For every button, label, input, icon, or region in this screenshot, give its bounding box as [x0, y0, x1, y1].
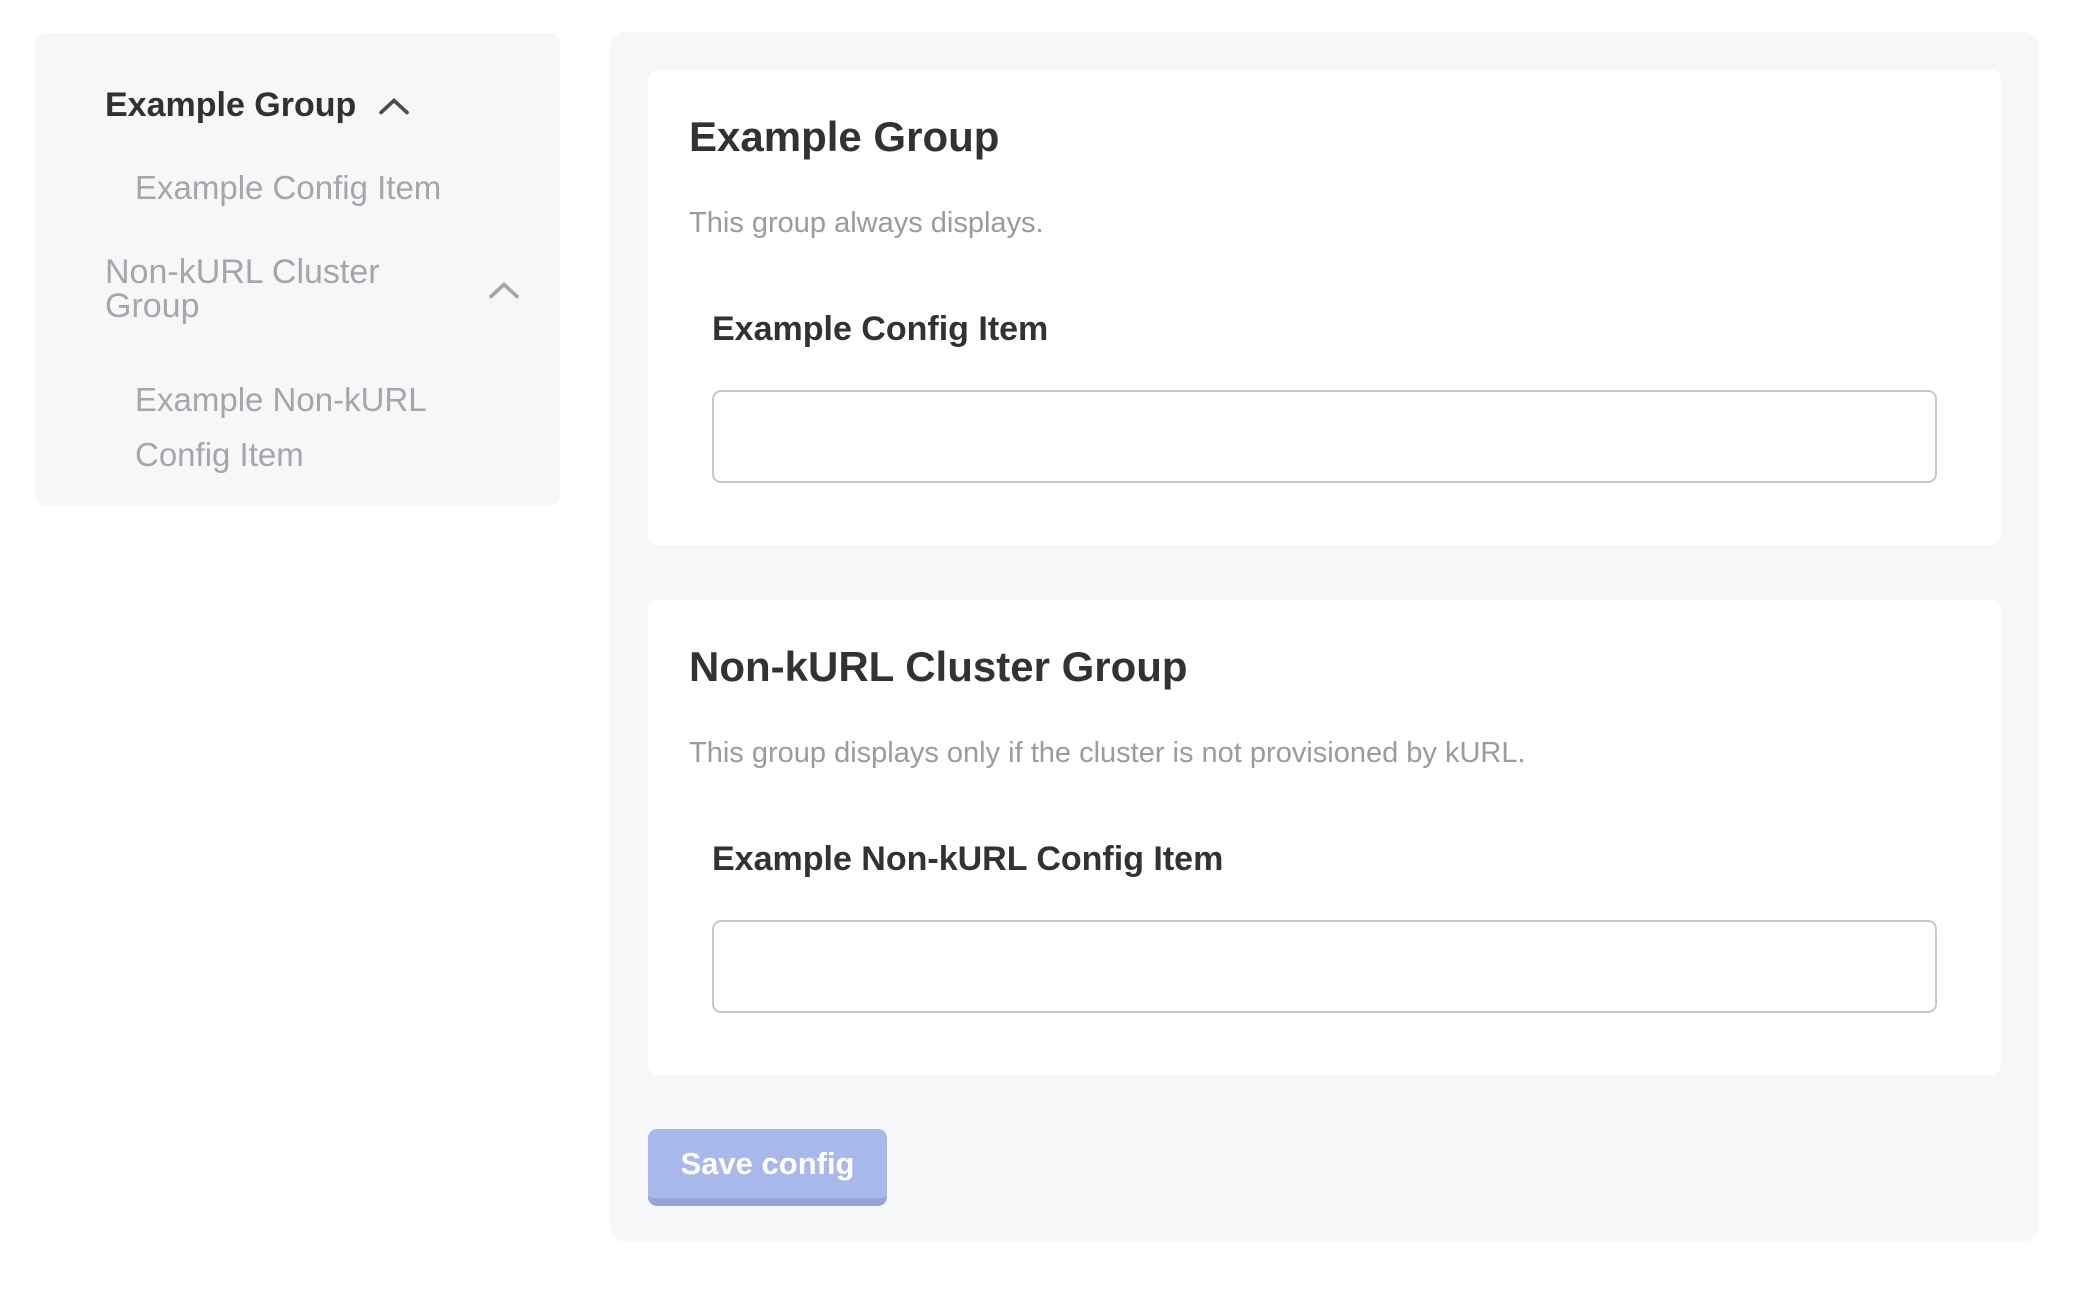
example-config-item-input[interactable] — [712, 390, 1937, 483]
group-description: This group always displays. — [689, 206, 1960, 240]
config-sidebar: Example Group Example Config Item Non-kU… — [35, 33, 560, 506]
sidebar-group-label: Example Group — [105, 88, 356, 122]
config-item-label: Example Non-kURL Config Item — [712, 842, 1937, 876]
group-description: This group displays only if the cluster … — [689, 736, 1960, 770]
config-item-label: Example Config Item — [712, 312, 1937, 346]
group-title: Example Group — [689, 112, 1960, 162]
sidebar-group-label: Non-kURL Cluster Group — [105, 255, 466, 323]
config-group-card-example-group: Example Group This group always displays… — [648, 70, 2001, 545]
chevron-up-icon — [488, 282, 520, 299]
config-main-panel: Example Group This group always displays… — [610, 32, 2039, 1242]
group-title: Non-kURL Cluster Group — [689, 642, 1960, 692]
config-group-card-non-kurl-cluster-group: Non-kURL Cluster Group This group displa… — [648, 600, 2001, 1075]
chevron-up-icon — [378, 98, 410, 115]
example-non-kurl-config-item-input[interactable] — [712, 920, 1937, 1013]
config-item: Example Non-kURL Config Item — [712, 842, 1937, 1013]
sidebar-group-non-kurl-cluster-group[interactable]: Non-kURL Cluster Group — [70, 255, 520, 323]
sidebar-item-example-config-item[interactable]: Example Config Item — [70, 171, 510, 205]
sidebar-group-example-group[interactable]: Example Group — [70, 88, 520, 122]
config-item: Example Config Item — [712, 312, 1937, 483]
sidebar-item-example-non-kurl-config-item[interactable]: Example Non-kURL Config Item — [70, 372, 500, 482]
save-config-button[interactable]: Save config — [648, 1129, 887, 1206]
